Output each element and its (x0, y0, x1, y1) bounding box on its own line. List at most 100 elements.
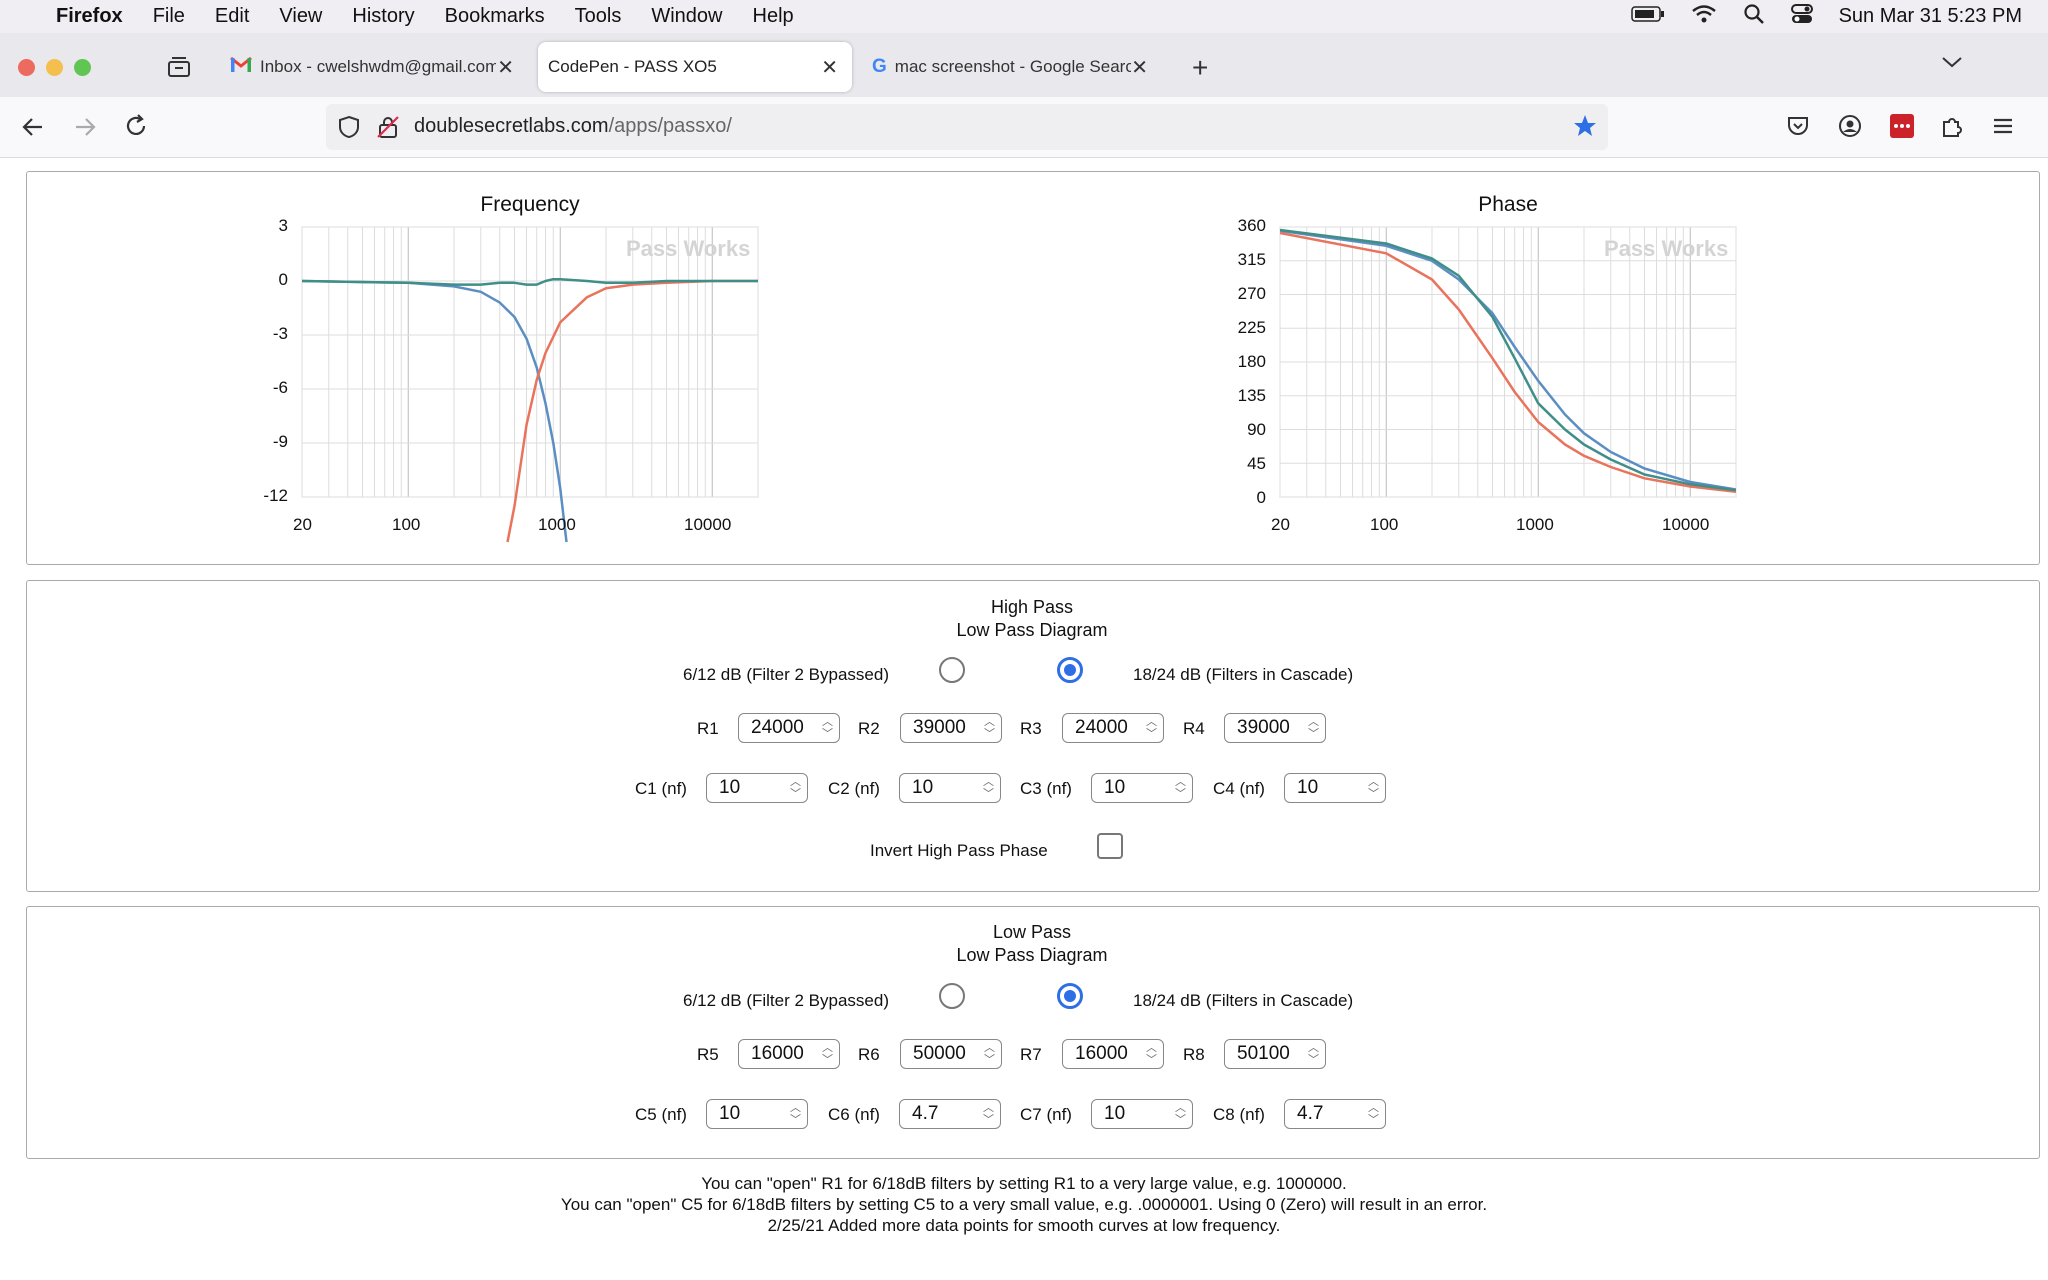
r6-input[interactable]: 50000 ︿ ﹀ (900, 1039, 1002, 1069)
stepper-arrows-icon[interactable]: ︿ ﹀ (1308, 716, 1319, 740)
c6-input[interactable]: 4.7 ︿ ﹀ (899, 1099, 1001, 1129)
c5-label: C5 (nf) (635, 1105, 687, 1124)
freq-ytick: -9 (272, 432, 288, 451)
stepper-arrows-icon[interactable]: ︿ ﹀ (822, 716, 833, 740)
r4-input[interactable]: 39000 ︿ ﹀ (1224, 713, 1326, 743)
c8-value: 4.7 (1297, 1103, 1324, 1124)
stepper-arrows-icon[interactable]: ︿ ﹀ (1368, 1102, 1379, 1126)
tracking-protection-shield-icon[interactable] (337, 115, 361, 144)
reload-icon[interactable] (123, 113, 149, 144)
window-minimize-button[interactable] (46, 59, 63, 76)
c2-value: 10 (912, 777, 934, 798)
r8-label: R8 (1183, 1045, 1205, 1064)
battery-icon[interactable] (1630, 5, 1665, 29)
firefox-view-icon[interactable] (166, 54, 192, 85)
mac-menu-bar: Firefox File Edit View History Bookmarks… (0, 0, 2048, 33)
hp-option-6-12-label: 6/12 dB (Filter 2 Bypassed) (683, 665, 889, 684)
tab-codepen[interactable]: CodePen - PASS XO5 ✕ (538, 42, 852, 92)
hp-radio-6-12[interactable] (939, 657, 965, 683)
r1-input[interactable]: 24000 ︿ ﹀ (738, 713, 840, 743)
new-tab-plus-icon[interactable]: + (1192, 52, 1208, 84)
phase-ytick: 225 (1237, 318, 1266, 337)
r3-input[interactable]: 24000 ︿ ﹀ (1062, 713, 1164, 743)
r2-value: 39000 (913, 717, 966, 738)
stepper-arrows-icon[interactable]: ︿ ﹀ (1175, 776, 1186, 800)
c4-input[interactable]: 10 ︿ ﹀ (1284, 773, 1386, 803)
stepper-arrows-icon[interactable]: ︿ ﹀ (1368, 776, 1379, 800)
stepper-arrows-icon[interactable]: ︿ ﹀ (1146, 716, 1157, 740)
back-arrow-icon[interactable] (20, 114, 46, 145)
url-text[interactable]: doublesecretlabs.com/apps/passxo/ (414, 115, 732, 138)
c3-input[interactable]: 10 ︿ ﹀ (1091, 773, 1193, 803)
password-manager-extension-icon[interactable] (1889, 113, 1915, 144)
c2-input[interactable]: 10 ︿ ﹀ (899, 773, 1001, 803)
stepper-arrows-icon[interactable]: ︿ ﹀ (984, 716, 995, 740)
stepper-arrows-icon[interactable]: ︿ ﹀ (790, 1102, 801, 1126)
window-close-button[interactable] (18, 59, 35, 76)
menu-history[interactable]: History (352, 5, 414, 28)
menu-help[interactable]: Help (753, 5, 794, 28)
phase-chart-title: Phase (1478, 193, 1538, 216)
c8-input[interactable]: 4.7 ︿ ﹀ (1284, 1099, 1386, 1129)
tab-label: mac screenshot - Google Search (894, 57, 1131, 76)
stepper-arrows-icon[interactable]: ︿ ﹀ (1146, 1042, 1157, 1066)
extensions-puzzle-icon[interactable] (1940, 114, 1964, 143)
invert-phase-checkbox[interactable] (1097, 833, 1123, 859)
menu-edit[interactable]: Edit (215, 5, 249, 28)
stepper-arrows-icon[interactable]: ︿ ﹀ (983, 776, 994, 800)
menubar-clock[interactable]: Sun Mar 31 5:23 PM (1839, 5, 2022, 28)
r2-input[interactable]: 39000 ︿ ﹀ (900, 713, 1002, 743)
phase-ytick: 315 (1237, 250, 1266, 269)
r2-label: R2 (858, 719, 880, 738)
phase-ytick: 0 (1256, 488, 1266, 507)
tab-close-icon[interactable]: ✕ (821, 55, 838, 80)
stepper-arrows-icon[interactable]: ︿ ﹀ (1308, 1042, 1319, 1066)
c4-label: C4 (nf) (1213, 779, 1265, 798)
hamburger-menu-icon[interactable] (1991, 114, 2015, 143)
menu-app-name[interactable]: Firefox (56, 5, 123, 28)
menu-window[interactable]: Window (651, 5, 722, 28)
forward-arrow-icon[interactable] (72, 114, 98, 145)
stepper-arrows-icon[interactable]: ︿ ﹀ (1175, 1102, 1186, 1126)
url-path: /apps/passxo/ (608, 115, 732, 137)
stepper-arrows-icon[interactable]: ︿ ﹀ (790, 776, 801, 800)
menu-tools[interactable]: Tools (575, 5, 622, 28)
r4-value: 39000 (1237, 717, 1290, 738)
low-pass-subtitle: Low Pass Diagram (956, 945, 1108, 965)
list-all-tabs-chevron-icon[interactable] (1940, 54, 1964, 75)
menu-bookmarks[interactable]: Bookmarks (445, 5, 545, 28)
wifi-icon[interactable] (1691, 4, 1717, 30)
r5-label: R5 (697, 1045, 719, 1064)
insecure-lock-icon[interactable] (376, 115, 400, 144)
menu-file[interactable]: File (153, 5, 185, 28)
control-center-icon[interactable] (1790, 3, 1813, 31)
menu-view[interactable]: View (279, 5, 322, 28)
high-pass-subtitle: Low Pass Diagram (956, 620, 1108, 640)
r7-input[interactable]: 16000 ︿ ﹀ (1062, 1039, 1164, 1069)
r5-input[interactable]: 16000 ︿ ﹀ (738, 1039, 840, 1069)
r7-value: 16000 (1075, 1043, 1128, 1064)
pocket-icon[interactable] (1786, 114, 1810, 143)
lp-radio-18-24[interactable] (1057, 983, 1083, 1009)
stepper-arrows-icon[interactable]: ︿ ﹀ (822, 1042, 833, 1066)
c2-label: C2 (nf) (828, 779, 880, 798)
r8-input[interactable]: 50100 ︿ ﹀ (1224, 1039, 1326, 1069)
tab-google-search[interactable]: G mac screenshot - Google Search ✕ (862, 42, 1162, 92)
r7-label: R7 (1020, 1045, 1042, 1064)
phase-xtick: 100 (1370, 515, 1399, 534)
account-icon[interactable] (1838, 114, 1862, 143)
stepper-arrows-icon[interactable]: ︿ ﹀ (984, 1042, 995, 1066)
tab-gmail[interactable]: Inbox - cwelshwdm@gmail.com ✕ (220, 42, 528, 92)
lp-radio-6-12[interactable] (939, 983, 965, 1009)
bookmark-star-icon[interactable] (1572, 113, 1598, 144)
hp-radio-18-24[interactable] (1057, 657, 1083, 683)
c5-input[interactable]: 10 ︿ ﹀ (706, 1099, 808, 1129)
c7-input[interactable]: 10 ︿ ﹀ (1091, 1099, 1193, 1129)
tab-close-icon[interactable]: ✕ (1131, 55, 1148, 80)
window-zoom-button[interactable] (74, 59, 91, 76)
tab-close-icon[interactable]: ✕ (497, 55, 514, 80)
r4-label: R4 (1183, 719, 1205, 738)
c1-input[interactable]: 10 ︿ ﹀ (706, 773, 808, 803)
stepper-arrows-icon[interactable]: ︿ ﹀ (983, 1102, 994, 1126)
spotlight-search-icon[interactable] (1743, 3, 1765, 31)
